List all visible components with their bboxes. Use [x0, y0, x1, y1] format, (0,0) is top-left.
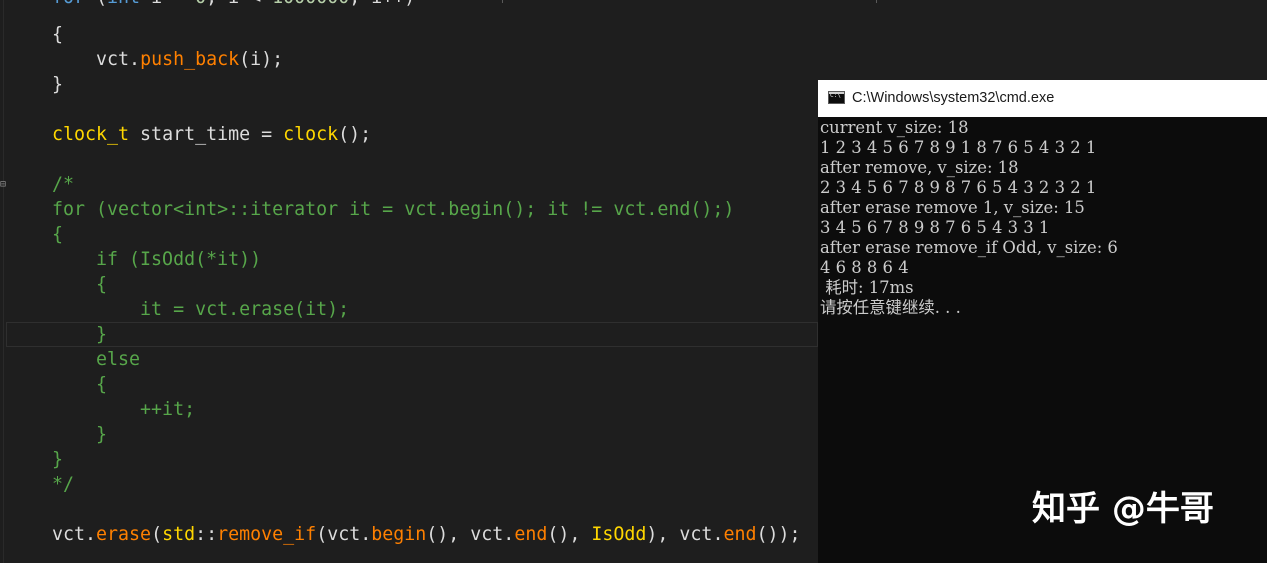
- cmd-output-line: 请按任意键继续. . .: [820, 298, 961, 317]
- code-token: int: [107, 0, 140, 8]
- cmd-window-title: C:\Windows\system32\cmd.exe: [852, 90, 1055, 106]
- code-line[interactable]: }: [52, 447, 63, 472]
- code-line[interactable]: it = vct.erase(it);: [52, 297, 349, 322]
- code-token: begin: [371, 524, 427, 545]
- code-token: {: [52, 224, 64, 245]
- editor-tab-divider: [876, 0, 877, 3]
- code-token: {: [52, 24, 64, 45]
- code-token: remove_if: [217, 524, 317, 545]
- code-token: ::: [195, 524, 218, 545]
- code-line[interactable]: clock_t start_time = clock();: [52, 122, 371, 147]
- code-token: ();: [338, 124, 372, 145]
- code-token: /*: [52, 174, 75, 195]
- editor-gutter: [3, 0, 4, 563]
- code-token: (i);: [239, 49, 284, 70]
- code-line[interactable]: for (vector<int>::iterator it = vct.begi…: [52, 197, 734, 222]
- cmd-output-line: after erase remove_if Odd, v_size: 6: [820, 238, 1118, 257]
- code-token: for: [52, 0, 85, 8]
- code-token: }: [52, 324, 108, 345]
- code-line[interactable]: if (IsOdd(*it)): [52, 247, 261, 272]
- code-token: std: [162, 524, 196, 545]
- cmd-output-line: 2 3 4 5 6 7 8 9 8 7 6 5 4 3 2 3 2 1: [820, 178, 1097, 197]
- cmd-output-line: 耗时: 17ms: [820, 278, 914, 297]
- code-line[interactable]: /*: [52, 172, 74, 197]
- code-token: vct.: [52, 524, 97, 545]
- code-line[interactable]: {: [52, 372, 107, 397]
- code-line[interactable]: {: [52, 272, 107, 297]
- code-token: IsOdd: [591, 524, 647, 545]
- code-token: (vct.: [316, 524, 372, 545]
- code-line[interactable]: for (int i = 0; i < 1000000; i++): [52, 0, 415, 10]
- code-token: ++it;: [52, 399, 196, 420]
- code-token: ; i <: [206, 0, 272, 8]
- code-token: i =: [140, 0, 195, 8]
- code-line[interactable]: else: [52, 347, 140, 372]
- code-token: clock_t: [52, 124, 130, 145]
- cmd-output-line: current v_size: 18: [820, 118, 969, 137]
- cmd-output-line: after remove, v_size: 18: [820, 158, 1019, 177]
- code-token: start_time =: [129, 124, 284, 145]
- code-line[interactable]: }: [52, 422, 107, 447]
- code-line[interactable]: {: [52, 22, 63, 47]
- code-line[interactable]: }: [52, 322, 107, 347]
- code-token: if (IsOdd(*it)): [52, 249, 262, 270]
- code-token: 1000000: [272, 0, 349, 8]
- cmd-app-icon: [828, 91, 845, 104]
- code-token: ), vct.: [646, 524, 724, 545]
- code-line[interactable]: }: [52, 72, 63, 97]
- code-token: (), vct.: [426, 524, 515, 545]
- current-line-highlight: [6, 322, 818, 347]
- code-line[interactable]: {: [52, 222, 63, 247]
- code-token: vct.: [52, 49, 141, 70]
- code-token: else: [52, 349, 141, 370]
- cmd-output: current v_size: 18 1 2 3 4 5 6 7 8 9 1 8 …: [820, 118, 1265, 318]
- code-token: it = vct.erase(it);: [52, 299, 350, 320]
- editor-tab-divider: [502, 0, 503, 3]
- code-token: {: [52, 374, 108, 395]
- code-token: (: [151, 524, 163, 545]
- code-line[interactable]: vct.erase(std::remove_if(vct.begin(), vc…: [52, 522, 801, 547]
- fold-marker-icon[interactable]: ⊟: [0, 179, 6, 190]
- code-token: {: [52, 274, 108, 295]
- code-token: }: [52, 449, 64, 470]
- code-token: erase: [96, 524, 152, 545]
- code-token: (: [85, 0, 107, 8]
- code-token: ; i++): [349, 0, 415, 8]
- code-line[interactable]: ++it;: [52, 397, 195, 422]
- code-token: }: [52, 74, 64, 95]
- code-token: end: [723, 524, 757, 545]
- code-token: (),: [547, 524, 592, 545]
- code-line[interactable]: */: [52, 472, 74, 497]
- code-token: clock: [283, 124, 339, 145]
- cmd-titlebar[interactable]: C:\Windows\system32\cmd.exe: [818, 80, 1267, 117]
- code-token: }: [52, 424, 108, 445]
- cmd-output-line: after erase remove 1, v_size: 15: [820, 198, 1085, 217]
- code-token: push_back: [140, 49, 240, 70]
- cmd-output-line: 1 2 3 4 5 6 7 8 9 1 8 7 6 5 4 3 2 1: [820, 138, 1097, 157]
- cmd-output-line: 4 6 8 8 6 4: [820, 258, 909, 277]
- watermark: 知乎 @牛哥: [1032, 489, 1214, 529]
- code-token: 0: [195, 0, 206, 8]
- code-token: end: [514, 524, 548, 545]
- code-token: for (vector<int>::iterator it = vct.begi…: [52, 199, 735, 220]
- code-token: */: [52, 474, 75, 495]
- code-line[interactable]: vct.push_back(i);: [52, 47, 283, 72]
- cmd-output-line: 3 4 5 6 7 8 9 8 7 6 5 4 3 3 1: [820, 218, 1050, 237]
- code-token: ());: [756, 524, 801, 545]
